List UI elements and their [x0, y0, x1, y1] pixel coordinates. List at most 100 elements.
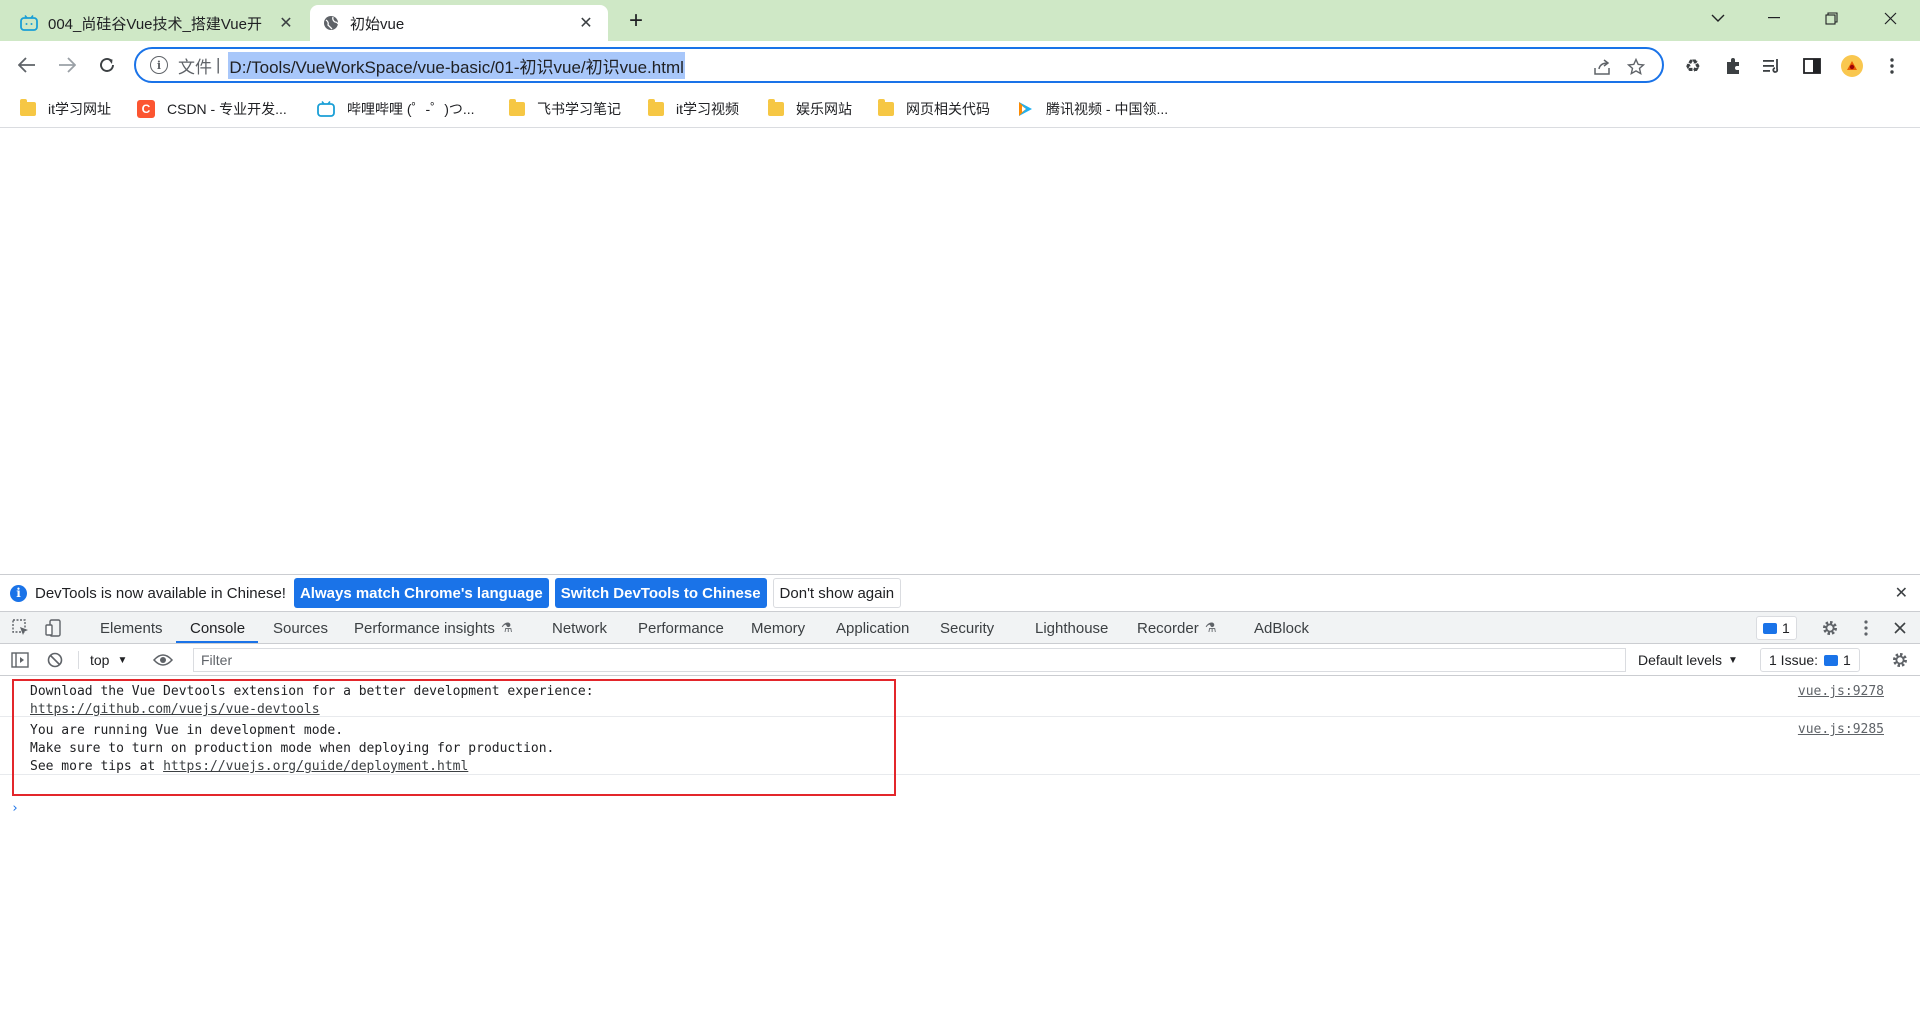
- recycle-extension-icon[interactable]: ♻: [1680, 53, 1706, 79]
- issues-label: 1 Issue:: [1769, 652, 1819, 668]
- bookmark-label: CSDN - 专业开发...: [167, 101, 287, 117]
- messages-badge[interactable]: 1: [1756, 616, 1797, 640]
- console-settings-gear-icon[interactable]: [1889, 649, 1911, 671]
- tab-label: Performance insights: [354, 619, 495, 637]
- tab-search-chevron-icon[interactable]: [1690, 0, 1746, 36]
- close-devtools-icon[interactable]: [1889, 617, 1911, 639]
- side-panel-icon[interactable]: [1799, 53, 1825, 79]
- minimize-button[interactable]: [1746, 0, 1802, 36]
- tab-title: 004_尚硅谷Vue技术_搭建Vue开: [48, 15, 262, 33]
- address-bar[interactable]: i 文件 | D:/Tools/VueWorkSpace/vue-basic/0…: [134, 47, 1664, 83]
- tab-bilibili-video[interactable]: 004_尚硅谷Vue技术_搭建Vue开 ✕: [8, 5, 308, 41]
- bookmark-web-code[interactable]: 网页相关代码: [878, 96, 990, 122]
- context-selector[interactable]: top ▼: [90, 648, 127, 672]
- issues-button[interactable]: 1 Issue: 1: [1760, 648, 1860, 672]
- folder-icon: [878, 99, 894, 116]
- source-link[interactable]: vue.js:9278: [1798, 684, 1884, 699]
- bookmark-csdn[interactable]: C CSDN - 专业开发...: [137, 96, 287, 122]
- tab-strip: 004_尚硅谷Vue技术_搭建Vue开 ✕ 初始vue ✕ +: [0, 0, 1920, 41]
- toolbar-divider: [78, 651, 79, 669]
- active-tab-indicator: [176, 641, 258, 643]
- new-tab-button[interactable]: +: [622, 7, 650, 35]
- bookmark-label: it学习网址: [48, 101, 111, 117]
- tab-recorder[interactable]: Recorder ⚗: [1137, 612, 1216, 644]
- bookmark-label: 娱乐网站: [796, 101, 852, 117]
- settings-gear-icon[interactable]: [1819, 617, 1841, 639]
- folder-icon: [509, 99, 525, 116]
- console-output: Download the Vue Devtools extension for …: [0, 676, 1920, 1009]
- more-options-icon[interactable]: [1855, 617, 1877, 639]
- dont-show-again-button[interactable]: Don't show again: [772, 578, 902, 608]
- url-separator: |: [216, 55, 221, 74]
- dropdown-arrow-icon: ▼: [117, 654, 128, 666]
- bookmark-entertainment[interactable]: 娱乐网站: [768, 96, 852, 122]
- bookmark-label: 哔哩哔哩 (゜-゜)つ...: [347, 101, 475, 117]
- filter-placeholder: Filter: [201, 652, 233, 668]
- switch-to-chinese-button[interactable]: Switch DevTools to Chinese: [554, 578, 767, 608]
- tab-performance[interactable]: Performance: [638, 612, 724, 644]
- message-icon: [1763, 622, 1777, 634]
- profile-avatar[interactable]: [1839, 53, 1865, 79]
- tab-adblock[interactable]: AdBlock: [1254, 612, 1309, 644]
- tab-security[interactable]: Security: [940, 612, 994, 644]
- share-icon[interactable]: [1591, 55, 1615, 79]
- close-icon[interactable]: ✕: [1895, 583, 1908, 603]
- console-filter-input[interactable]: Filter: [193, 648, 1626, 672]
- bookmark-feishu-notes[interactable]: 飞书学习笔记: [509, 96, 621, 122]
- tab-lighthouse[interactable]: Lighthouse: [1035, 612, 1108, 644]
- csdn-icon: C: [137, 100, 155, 118]
- reading-list-icon[interactable]: [1759, 53, 1785, 79]
- back-arrow-icon[interactable]: [11, 49, 43, 81]
- tab-close-icon[interactable]: ✕: [576, 13, 596, 33]
- log-levels-dropdown[interactable]: Default levels ▼: [1638, 648, 1738, 672]
- tab-elements[interactable]: Elements: [100, 612, 163, 644]
- forward-arrow-icon[interactable]: [51, 49, 83, 81]
- site-info-icon[interactable]: i: [150, 56, 168, 74]
- language-infobar: i DevTools is now available in Chinese! …: [0, 575, 1920, 611]
- bookmark-star-icon[interactable]: [1624, 55, 1648, 79]
- reload-icon[interactable]: [91, 49, 123, 81]
- device-toolbar-icon[interactable]: [43, 617, 65, 639]
- show-sidebar-icon[interactable]: [9, 649, 31, 671]
- console-toolbar: top ▼ Filter Default levels ▼ 1 Issue: 1: [0, 644, 1920, 676]
- tab-console[interactable]: Console: [190, 612, 245, 644]
- bookmark-bilibili[interactable]: 哔哩哔哩 (゜-゜)つ...: [317, 96, 475, 122]
- folder-icon: [648, 99, 664, 116]
- tab-application[interactable]: Application: [836, 612, 909, 644]
- extensions-puzzle-icon[interactable]: [1720, 53, 1746, 79]
- url-text[interactable]: D:/Tools/VueWorkSpace/vue-basic/01-初识vue…: [228, 51, 685, 79]
- folder-icon: [20, 99, 36, 116]
- issues-count: 1: [1843, 652, 1851, 668]
- inspect-element-icon[interactable]: [10, 617, 32, 639]
- tab-close-icon[interactable]: ✕: [276, 13, 296, 33]
- bookmark-it-videos[interactable]: it学习视频: [648, 96, 739, 122]
- source-link[interactable]: vue.js:9285: [1798, 722, 1884, 737]
- message-icon: [1824, 654, 1839, 666]
- bookmark-label: 腾讯视频 - 中国领...: [1046, 101, 1169, 117]
- tab-network[interactable]: Network: [552, 612, 607, 644]
- bilibili-icon: [317, 100, 335, 118]
- live-expression-eye-icon[interactable]: [152, 649, 174, 671]
- url-scheme-label: 文件: [178, 57, 212, 77]
- browser-toolbar: i 文件 | D:/Tools/VueWorkSpace/vue-basic/0…: [0, 41, 1920, 89]
- experiment-flask-icon: ⚗: [500, 620, 513, 635]
- bookmark-tencent-video[interactable]: 腾讯视频 - 中国领...: [1016, 96, 1168, 122]
- clear-console-icon[interactable]: [44, 649, 66, 671]
- infobar-message: DevTools is now available in Chinese!: [35, 584, 286, 602]
- bookmark-it-learning-sites[interactable]: it学习网址: [20, 96, 111, 122]
- console-prompt[interactable]: ›: [11, 801, 19, 816]
- chrome-menu-icon[interactable]: [1879, 53, 1905, 79]
- bookmark-label: it学习视频: [676, 101, 739, 117]
- tab-memory[interactable]: Memory: [751, 612, 805, 644]
- match-language-button[interactable]: Always match Chrome's language: [293, 578, 549, 608]
- tab-label: Recorder: [1137, 619, 1199, 637]
- devtools-tab-bar: Elements Console Sources Performance ins…: [0, 611, 1920, 644]
- restore-button[interactable]: [1803, 0, 1859, 36]
- tab-vue-page[interactable]: 初始vue ✕: [310, 5, 608, 41]
- bookmark-label: 网页相关代码: [906, 101, 990, 117]
- tab-performance-insights[interactable]: Performance insights ⚗: [354, 612, 513, 644]
- tab-sources[interactable]: Sources: [273, 612, 328, 644]
- close-window-button[interactable]: [1862, 0, 1918, 36]
- bookmark-label: 飞书学习笔记: [537, 101, 621, 117]
- bilibili-icon: [20, 14, 38, 32]
